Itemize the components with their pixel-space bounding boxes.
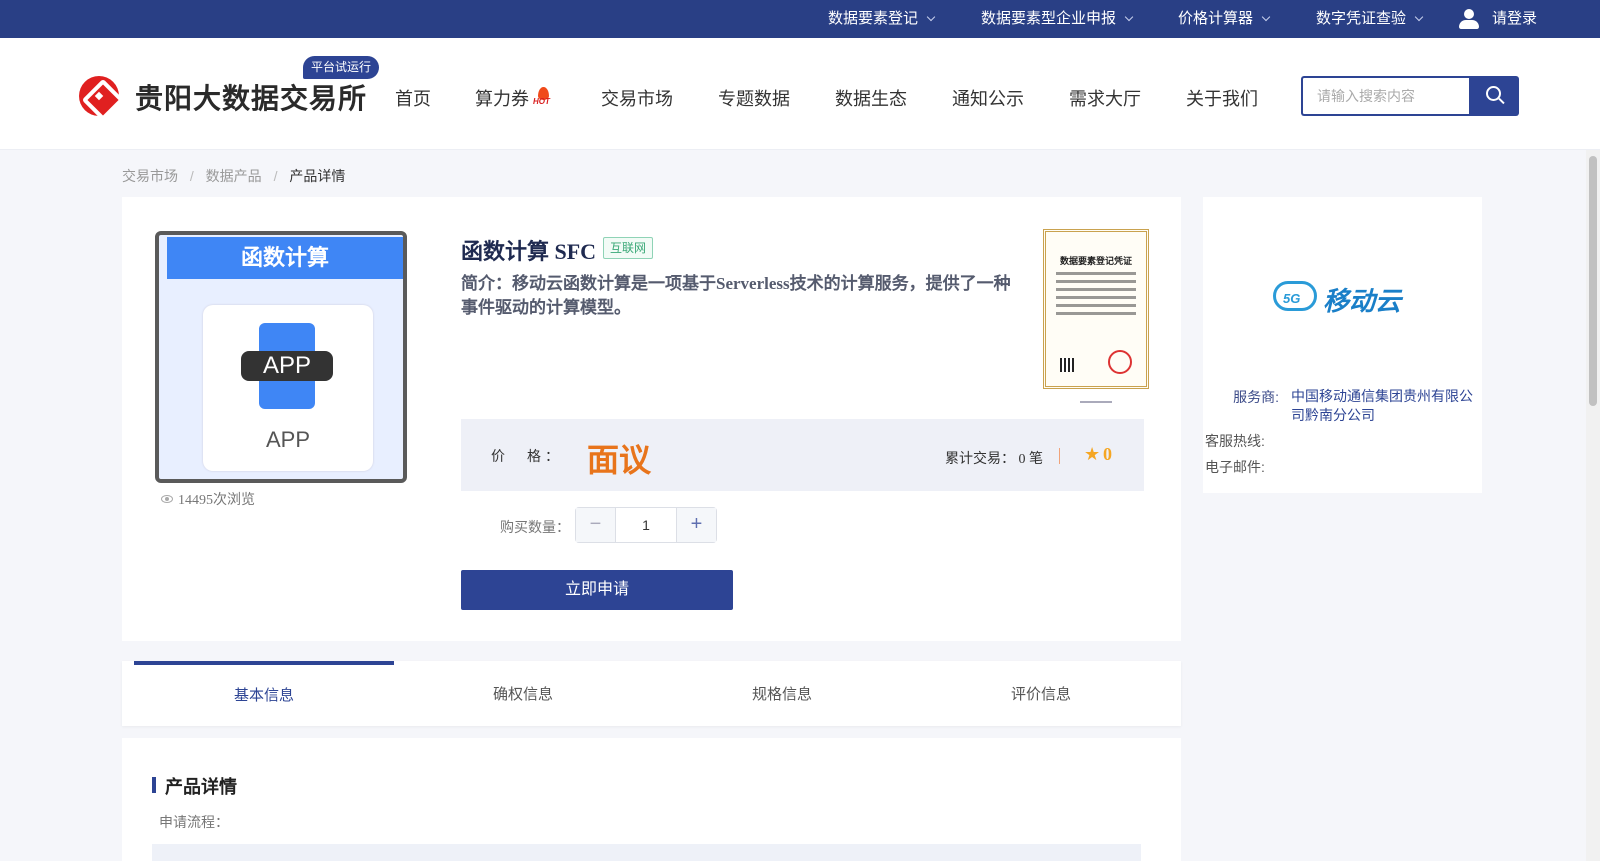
product-intro: 简介：移动云函数计算是一项基于Serverless技术的计算服务，提供了一种事件…	[461, 274, 1011, 317]
topbar-data-registration-label: 数据要素登记	[828, 10, 919, 27]
nav-about-us[interactable]: 关于我们	[1186, 85, 1258, 111]
registration-certificate[interactable]: 数据要素登记凭证	[1043, 229, 1149, 389]
topbar-data-registration[interactable]: 数据要素登记	[828, 0, 936, 38]
info-tabs: 基本信息 确权信息 规格信息 评价信息	[122, 661, 1181, 726]
topbar-price-calculator[interactable]: 价格计算器	[1178, 0, 1271, 38]
breadcrumb: 交易市场 / 数据产品 / 产品详情	[122, 168, 346, 184]
logo-icon[interactable]	[79, 76, 119, 116]
star-icon: ★	[1084, 444, 1101, 464]
search-box	[1301, 76, 1471, 116]
page-scrollbar[interactable]	[1586, 150, 1600, 861]
topbar-enterprise-declaration-label: 数据要素型企业申报	[981, 10, 1117, 27]
application-process-label: 申请流程：	[159, 814, 229, 830]
tab-ownership-info[interactable]: 确权信息	[393, 661, 653, 726]
hot-text: HOT	[533, 97, 550, 106]
detail-title: 产品详情	[165, 777, 237, 797]
provider-brand: 移动云	[1323, 286, 1402, 316]
chevron-down-icon	[1261, 12, 1271, 22]
carousel-indicator[interactable]	[1080, 401, 1112, 403]
login-button[interactable]: 请登录	[1458, 0, 1537, 38]
seal-icon	[1108, 350, 1132, 374]
trial-badge: 平台试运行	[303, 56, 380, 79]
trade-count: 累计交易： 0 笔	[945, 452, 1043, 467]
quantity-stepper: − 1 +	[575, 507, 717, 543]
certificate-title: 数据要素登记凭证	[1059, 256, 1132, 266]
price-panel: 价 格： 面议 累计交易： 0 笔 ★ 0	[461, 419, 1144, 491]
nav-compute-voucher[interactable]: 算力券 HOT	[475, 85, 558, 111]
nav-demand-hall[interactable]: 需求大厅	[1069, 85, 1141, 111]
section-marker	[152, 777, 156, 793]
rating-value: 0	[1103, 444, 1112, 464]
decrement-button[interactable]: −	[576, 508, 616, 542]
login-label: 请登录	[1492, 10, 1538, 27]
service-provider-row: 服务商:	[1217, 387, 1279, 407]
logo-text[interactable]: 贵阳大数据交易所	[135, 77, 367, 117]
price-label: 价 格：	[491, 448, 563, 464]
breadcrumb-trade-market[interactable]: 交易市场	[122, 168, 178, 184]
apply-now-button[interactable]: 立即申请	[461, 570, 733, 610]
quantity-input[interactable]: 1	[616, 508, 676, 542]
view-count-text: 14495次浏览	[178, 493, 255, 508]
qr-code-icon	[1060, 358, 1074, 372]
hotline-label: 客服热线:	[1205, 433, 1265, 449]
nav-notices[interactable]: 通知公示	[952, 85, 1024, 111]
product-image-banner: 函数计算	[167, 237, 403, 279]
chevron-down-icon	[1124, 12, 1134, 22]
app-pill: APP	[241, 351, 333, 381]
eye-icon	[161, 495, 173, 503]
quantity-label: 购买数量：	[500, 519, 570, 535]
search-input[interactable]	[1303, 78, 1471, 114]
service-provider-label: 服务商:	[1233, 389, 1279, 405]
service-provider-value[interactable]: 中国移动通信集团贵州有限公司黔南分公司	[1291, 387, 1476, 425]
price-value: 面议	[587, 442, 652, 478]
chevron-down-icon	[1414, 12, 1424, 22]
nav-data-ecosystem[interactable]: 数据生态	[835, 85, 907, 111]
scrollbar-thumb[interactable]	[1589, 156, 1597, 406]
nav-compute-voucher-label: 算力券	[475, 89, 529, 109]
nav-trade-market[interactable]: 交易市场	[601, 85, 673, 111]
provider-5g-text: 5G	[1283, 291, 1301, 306]
increment-button[interactable]: +	[676, 508, 716, 542]
chevron-down-icon	[926, 12, 936, 22]
app-tile: APP APP	[203, 305, 373, 471]
hotline-row: 客服热线:	[1205, 431, 1265, 451]
hot-icon: HOT	[532, 87, 558, 107]
product-detail-section: 产品详情 申请流程：	[122, 738, 1181, 861]
product-title: 函数计算 SFC	[461, 239, 597, 264]
tab-spec-info[interactable]: 规格信息	[652, 661, 912, 726]
breadcrumb-current: 产品详情	[289, 168, 346, 184]
view-count: 14495次浏览	[161, 489, 255, 509]
topbar-enterprise-declaration[interactable]: 数据要素型企业申报	[981, 0, 1134, 38]
breadcrumb-data-products[interactable]: 数据产品	[206, 168, 262, 184]
email-label: 电子邮件:	[1205, 459, 1265, 475]
app-label: APP	[265, 427, 311, 452]
topbar-price-calculator-label: 价格计算器	[1178, 10, 1254, 27]
topbar-certificate-check-label: 数字凭证查验	[1316, 10, 1407, 27]
divider	[1059, 448, 1060, 464]
tab-basic-info[interactable]: 基本信息	[134, 661, 394, 726]
tab-review-info[interactable]: 评价信息	[911, 661, 1171, 726]
nav-topic-data[interactable]: 专题数据	[718, 85, 790, 111]
search-button[interactable]	[1469, 76, 1519, 116]
process-panel	[152, 844, 1141, 861]
top-bar: 数据要素登记 数据要素型企业申报 价格计算器 数字凭证查验 请登录	[0, 0, 1600, 38]
nav-home[interactable]: 首页	[395, 85, 431, 111]
topbar-certificate-check[interactable]: 数字凭证查验	[1316, 0, 1424, 38]
category-tag: 互联网	[603, 237, 654, 259]
product-image: 函数计算 APP APP	[155, 231, 407, 483]
email-row: 电子邮件:	[1205, 457, 1265, 477]
user-icon	[1458, 8, 1480, 30]
